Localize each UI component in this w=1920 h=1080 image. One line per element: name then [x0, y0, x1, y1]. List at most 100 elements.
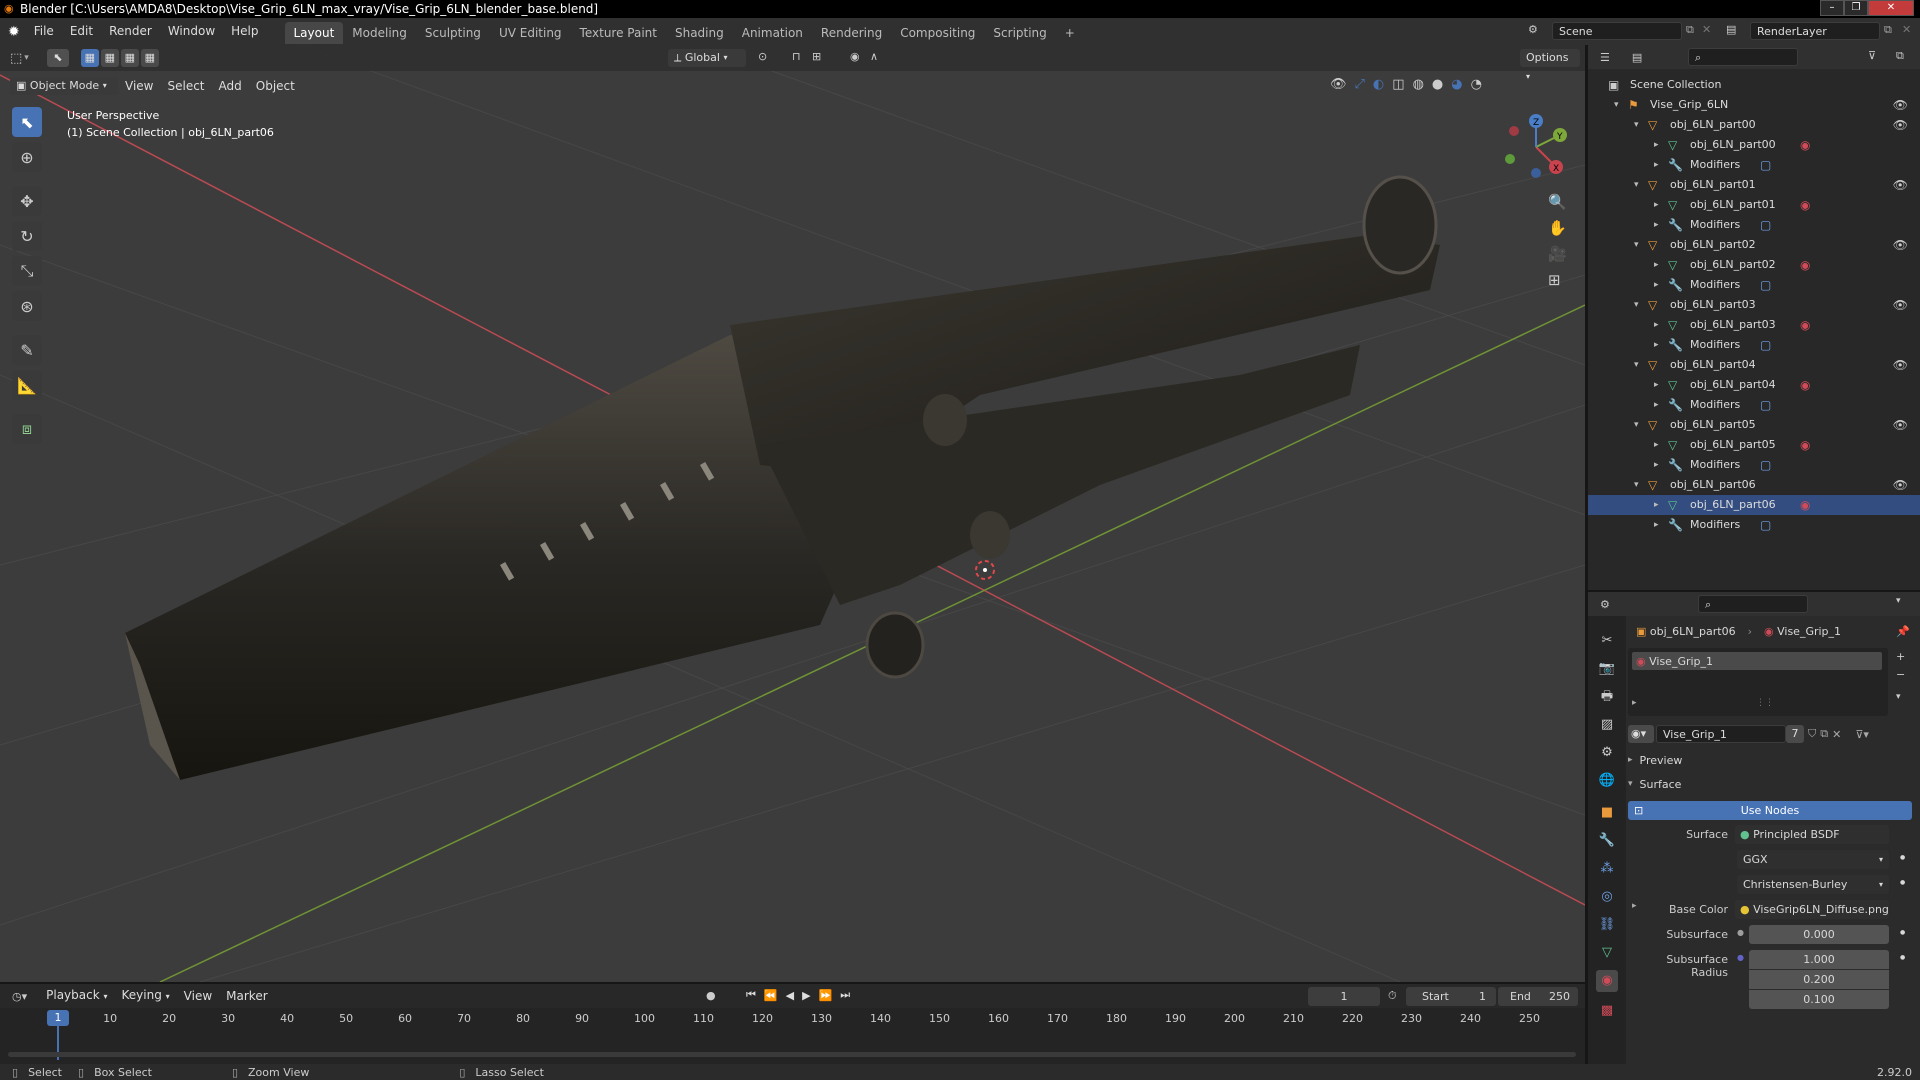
move-tool-icon[interactable]: ✥ — [12, 186, 42, 216]
timeline-menu-marker[interactable]: Marker — [219, 985, 274, 1007]
jump-keyframe-forward-icon[interactable]: ⏩ — [819, 989, 833, 1002]
object-visibility-eye-icon[interactable]: 👁 — [1893, 295, 1908, 315]
pan-hand-icon[interactable]: ✋ — [1548, 219, 1567, 237]
modifiers-expand-icon[interactable]: ▸ — [1654, 215, 1659, 235]
modifier-toggle-icon[interactable]: ▢ — [1760, 215, 1771, 235]
menu-edit[interactable]: Edit — [62, 18, 101, 45]
subsurface-radius-keyframe-dot-icon[interactable]: ● — [1900, 954, 1905, 961]
play-reverse-icon[interactable]: ◀ — [786, 989, 794, 1002]
end-frame-field[interactable]: End 250 — [1498, 987, 1578, 1006]
object-visibility-eye-icon[interactable]: 👁 — [1893, 475, 1908, 495]
object-expand-icon[interactable]: ▾ — [1634, 475, 1639, 495]
outliner-modifiers-item[interactable]: ▸ 🔧 Modifiers ▢ — [1588, 455, 1920, 475]
outliner-search-input[interactable]: ⌕ — [1688, 48, 1798, 66]
slot-specials-chevron-icon[interactable]: ▾ — [1896, 692, 1901, 702]
scene-tab-icon[interactable]: ⚙ — [1596, 742, 1618, 764]
menu-window[interactable]: Window — [160, 18, 223, 45]
scale-tool-icon[interactable]: ⤡ — [12, 256, 42, 286]
object-visibility-eye-icon[interactable]: 👁 — [1893, 415, 1908, 435]
select-extend-icon[interactable]: ▦ — [100, 49, 119, 67]
neg-z-axis-handle[interactable] — [1531, 168, 1541, 178]
modifiers-expand-icon[interactable]: ▸ — [1654, 455, 1659, 475]
scene-name-field[interactable]: Scene — [1552, 22, 1682, 40]
tab-modeling[interactable]: Modeling — [343, 22, 416, 44]
viewport-menu-view[interactable]: View — [118, 77, 160, 95]
tab-texture-paint[interactable]: Texture Paint — [571, 22, 666, 44]
scene-icon[interactable]: ⚙ — [1528, 23, 1538, 36]
outliner-object-item[interactable]: ▾ ▽ obj_6LN_part06 👁 — [1588, 475, 1920, 495]
constraints-tab-icon[interactable]: ⛓ — [1596, 914, 1618, 936]
use-nodes-button[interactable]: ⊡ Use Nodes — [1628, 801, 1912, 820]
subsurface-value-field[interactable]: 0.000 — [1749, 925, 1889, 944]
jump-start-icon[interactable]: ⏮ — [746, 988, 756, 1002]
texture-tab-icon[interactable]: ▩ — [1596, 1000, 1618, 1022]
tab-shading[interactable]: Shading — [666, 22, 733, 44]
select-box-tool-icon[interactable]: ⬉ — [12, 107, 42, 137]
close-window-button[interactable]: ✕ — [1868, 0, 1914, 16]
modifier-toggle-icon[interactable]: ▢ — [1760, 335, 1771, 355]
viewport-menu-object[interactable]: Object — [249, 77, 302, 95]
material-icon[interactable]: ◉ — [1800, 135, 1810, 155]
new-layer-icon[interactable]: ⧉ — [1884, 23, 1892, 37]
modifiers-expand-icon[interactable]: ▸ — [1654, 515, 1659, 535]
object-visibility-eye-icon[interactable]: 👁 — [1893, 355, 1908, 375]
playhead-frame-indicator[interactable]: 1 — [47, 1010, 69, 1026]
select-new-icon[interactable]: ▦ — [80, 49, 99, 67]
object-expand-icon[interactable]: ▾ — [1634, 235, 1639, 255]
particles-tab-icon[interactable]: ⁂ — [1596, 858, 1618, 880]
pivot-point-icon[interactable]: ⊙ — [758, 50, 767, 63]
minimize-button[interactable]: – — [1820, 0, 1844, 16]
view-layer-icon[interactable]: ▤ — [1726, 23, 1736, 36]
object-visibility-eye-icon[interactable]: 👁 — [1893, 115, 1908, 135]
subsurface-radius-z-field[interactable]: 0.100 — [1749, 990, 1889, 1009]
display-mode-icon[interactable]: ▤ — [1632, 51, 1642, 64]
outliner-mesh-item[interactable]: ▸ ▽ obj_6LN_part06 ◉ — [1588, 495, 1920, 515]
camera-view-icon[interactable]: 🎥 — [1548, 245, 1567, 263]
timeline-editor-icon[interactable]: ◷▾ — [12, 990, 27, 1003]
delete-scene-icon[interactable]: ✕ — [1702, 23, 1711, 36]
solid-shading-icon[interactable]: ● — [1432, 77, 1443, 92]
material-icon[interactable]: ◉ — [1800, 195, 1810, 215]
mesh-expand-icon[interactable]: ▸ — [1654, 315, 1659, 335]
outliner-scene-collection[interactable]: ▣ Scene Collection — [1588, 75, 1920, 95]
tab-uv-editing[interactable]: UV Editing — [490, 22, 571, 44]
object-expand-icon[interactable]: ▾ — [1634, 415, 1639, 435]
slot-expand-icon[interactable]: ▸ — [1632, 698, 1637, 708]
modifier-toggle-icon[interactable]: ▢ — [1760, 395, 1771, 415]
material-icon[interactable]: ◉ — [1800, 495, 1810, 515]
tab-animation[interactable]: Animation — [733, 22, 812, 44]
jump-end-icon[interactable]: ⏭ — [840, 988, 850, 1002]
timeline-scrollbar[interactable] — [8, 1052, 1576, 1057]
user-count-badge[interactable]: 7 — [1786, 725, 1804, 743]
outliner-modifiers-item[interactable]: ▸ 🔧 Modifiers ▢ — [1588, 515, 1920, 535]
material-icon[interactable]: ◉ — [1800, 315, 1810, 335]
outliner-object-item[interactable]: ▾ ▽ obj_6LN_part03 👁 — [1588, 295, 1920, 315]
modifiers-expand-icon[interactable]: ▸ — [1654, 155, 1659, 175]
preview-range-icon[interactable]: ⏱ — [1388, 989, 1397, 1003]
material-name-field[interactable]: Vise_Grip_1 — [1656, 725, 1786, 743]
material-slot-item[interactable]: ◉ Vise_Grip_1 — [1632, 652, 1882, 670]
pin-icon[interactable]: 📌 — [1896, 625, 1910, 638]
preview-panel-header[interactable]: ▸ Preview — [1628, 750, 1912, 770]
subsurface-method-keyframe-dot-icon[interactable]: ● — [1900, 879, 1905, 886]
timeline-divider[interactable] — [0, 982, 1585, 984]
material-icon[interactable]: ◉ — [1800, 435, 1810, 455]
outliner-modifiers-item[interactable]: ▸ 🔧 Modifiers ▢ — [1588, 395, 1920, 415]
outliner-object-item[interactable]: ▾ ▽ obj_6LN_part01 👁 — [1588, 175, 1920, 195]
outliner-modifiers-item[interactable]: ▸ 🔧 Modifiers ▢ — [1588, 275, 1920, 295]
new-scene-icon[interactable]: ⧉ — [1686, 23, 1694, 37]
zoom-icon[interactable]: 🔍 — [1548, 193, 1567, 211]
material-icon[interactable]: ◉ — [1800, 375, 1810, 395]
rendered-shading-icon[interactable]: ◔ — [1471, 77, 1482, 92]
mesh-expand-icon[interactable]: ▸ — [1654, 435, 1659, 455]
add-cube-tool-icon[interactable]: ⧈ — [12, 414, 42, 444]
tab-sculpting[interactable]: Sculpting — [416, 22, 490, 44]
material-icon[interactable]: ◉ — [1800, 255, 1810, 275]
distribution-keyframe-dot-icon[interactable]: ● — [1900, 854, 1905, 861]
measure-tool-icon[interactable]: 📐 — [12, 370, 42, 400]
3d-viewport[interactable]: ⬚ ▾ ⬉ ▦ ▦ ▦ ▦ ⟂ Global ▾ ⊙ ⊓ ⊞ ◉ ∧ Optio… — [0, 45, 1585, 982]
auto-keying-icon[interactable]: ● — [706, 989, 716, 1002]
object-visibility-eye-icon[interactable]: 👁 — [1893, 235, 1908, 255]
jump-keyframe-back-icon[interactable]: ⏪ — [764, 989, 778, 1002]
object-expand-icon[interactable]: ▾ — [1634, 295, 1639, 315]
